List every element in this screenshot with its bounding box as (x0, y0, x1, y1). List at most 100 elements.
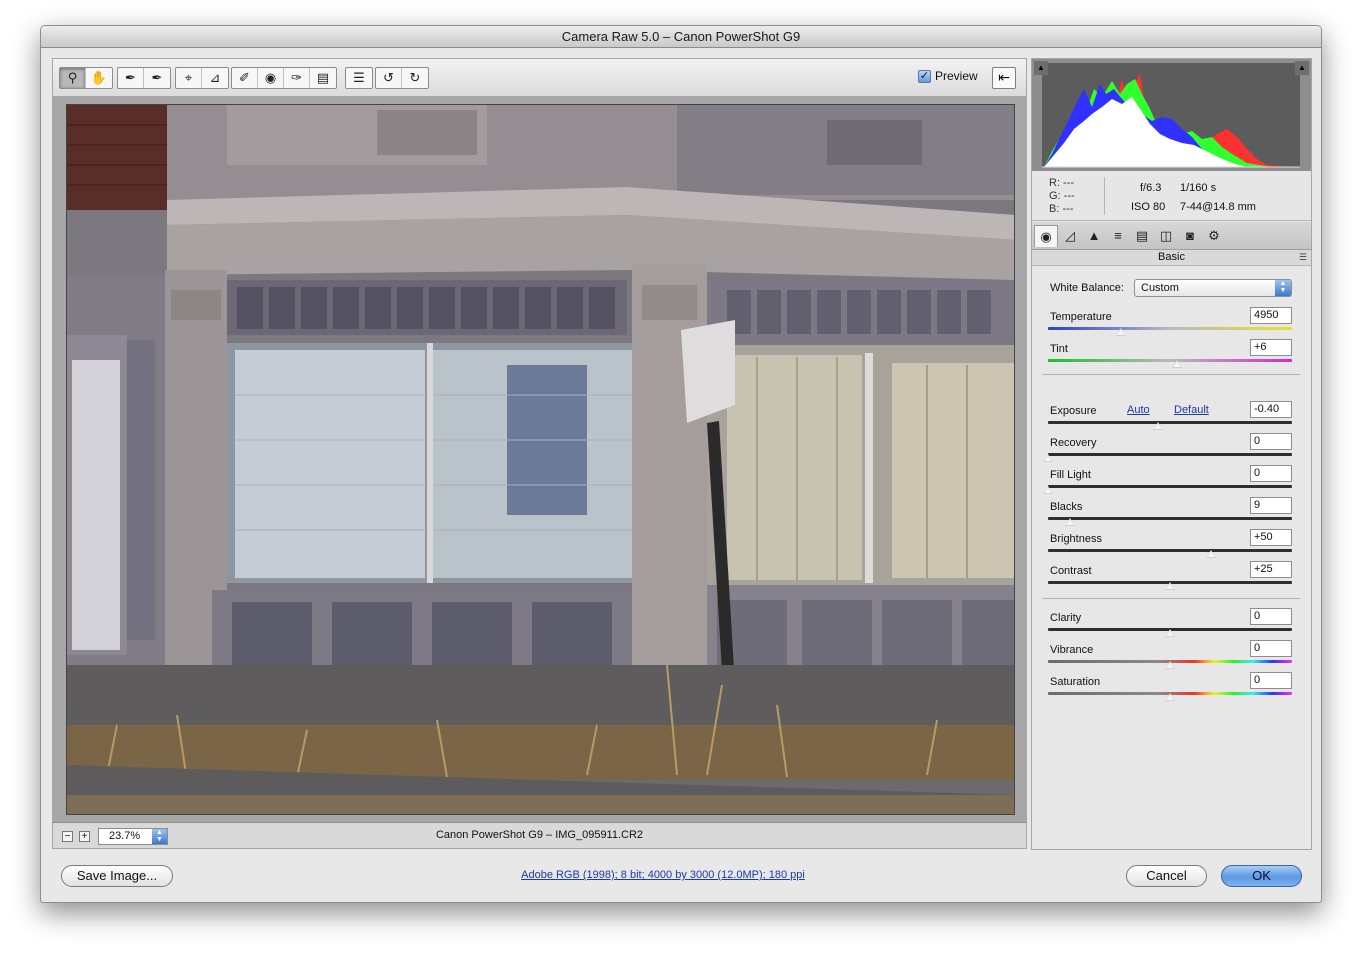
temperature-slider[interactable]: Temperature 4950 (1048, 307, 1292, 341)
white-balance-label: White Balance: (1050, 282, 1124, 294)
default-link[interactable]: Default (1174, 404, 1209, 416)
tone-curve-tab-icon[interactable]: ◿ (1058, 225, 1082, 247)
crop-icon[interactable]: ⌖ (176, 68, 202, 88)
adjustments-panel: ▲ ▲ R: --- G: --- B: --- f/6.3 1/160 s IS… (1031, 58, 1312, 850)
tint-track[interactable] (1048, 359, 1292, 362)
rotate-ccw-icon[interactable]: ↺ (376, 68, 402, 88)
preview-toggle[interactable]: ✓ Preview (918, 69, 978, 83)
exposure-label: Exposure (1050, 405, 1097, 417)
panel-menu-icon[interactable]: ☰ (1299, 250, 1307, 265)
brightness-track[interactable] (1048, 549, 1292, 552)
blacks-track[interactable] (1048, 517, 1292, 520)
photo-preview (66, 104, 1015, 815)
clarity-slider[interactable]: Clarity 0 (1048, 608, 1292, 642)
status-bar: − + 23.7% ▲ ▼ Canon PowerShot G9 – IMG_09… (52, 822, 1027, 849)
brightness-slider[interactable]: Brightness +50 (1048, 529, 1292, 563)
tint-slider[interactable]: Tint +6 (1048, 339, 1292, 373)
recovery-slider[interactable]: Recovery 0 (1043, 433, 1292, 467)
exposure-thumb[interactable] (1152, 422, 1163, 430)
white-balance-select[interactable]: Custom ▲ ▼ (1134, 279, 1292, 297)
spot-removal-icon[interactable]: ✐ (232, 68, 258, 88)
adjustment-brush-icon[interactable]: ✑ (284, 68, 310, 88)
contrast-slider[interactable]: Contrast +25 (1048, 561, 1292, 595)
fill-light-track[interactable] (1048, 485, 1292, 488)
temperature-thumb[interactable] (1116, 328, 1127, 336)
red-eye-icon[interactable]: ◉ (258, 68, 284, 88)
contrast-label: Contrast (1050, 565, 1092, 577)
preview-checkbox[interactable]: ✓ (918, 69, 931, 83)
workflow-options-link[interactable]: Adobe RGB (1998); 8 bit; 4000 by 3000 (1… (41, 869, 1285, 881)
tint-value-field[interactable]: +6 (1250, 339, 1292, 356)
brightness-value-field[interactable]: +50 (1250, 529, 1292, 546)
fill-light-slider[interactable]: Fill Light 0 (1043, 465, 1292, 499)
g-readout: G: --- (1049, 190, 1075, 202)
recovery-value-field[interactable]: 0 (1250, 433, 1292, 450)
saturation-value-field[interactable]: 0 (1250, 672, 1292, 689)
basic-tab-icon[interactable]: ◉ (1034, 225, 1058, 247)
image-preview-area[interactable] (52, 96, 1027, 822)
lens-corrections-tab-icon[interactable]: ◫ (1154, 225, 1178, 247)
hand-tool-icon[interactable]: ✋ (86, 68, 112, 88)
auto-link[interactable]: Auto (1127, 404, 1150, 416)
cancel-button[interactable]: Cancel (1126, 865, 1207, 887)
aperture-value: f/6.3 (1140, 182, 1162, 194)
clarity-thumb[interactable] (1165, 629, 1175, 637)
ok-button[interactable]: OK (1221, 865, 1302, 887)
zoom-tool-icon[interactable]: ⚲ (60, 68, 86, 88)
saturation-label: Saturation (1050, 676, 1101, 688)
rotate-tool-group: ↺ ↻ (375, 67, 429, 89)
highlight-clipping-icon[interactable]: ▲ (1295, 61, 1309, 75)
vibrance-value-field[interactable]: 0 (1250, 640, 1292, 657)
temperature-track[interactable] (1048, 327, 1292, 330)
shadow-clipping-icon[interactable]: ▲ (1034, 61, 1048, 75)
presets-tab-icon[interactable]: ⚙ (1202, 225, 1226, 247)
rgb-readout: R: --- G: --- B: --- (1049, 177, 1075, 216)
vibrance-thumb[interactable] (1165, 661, 1175, 669)
detail-tab-icon[interactable]: ▲ (1082, 225, 1106, 247)
vibrance-label: Vibrance (1050, 644, 1094, 656)
color-sampler-eyedropper-icon[interactable]: ✒ (144, 68, 170, 88)
split-toning-tab-icon[interactable]: ▤ (1130, 225, 1154, 247)
brightness-thumb[interactable] (1206, 550, 1217, 558)
exposure-track[interactable] (1048, 421, 1292, 424)
blacks-thumb[interactable] (1064, 518, 1075, 526)
saturation-slider[interactable]: Saturation 0 (1048, 672, 1292, 706)
temperature-value-field[interactable]: 4950 (1250, 307, 1292, 324)
rotate-cw-icon[interactable]: ↻ (402, 68, 428, 88)
blacks-value-field[interactable]: 9 (1250, 497, 1292, 514)
blacks-slider[interactable]: Blacks 9 (1048, 497, 1292, 531)
tint-thumb[interactable] (1172, 360, 1183, 368)
fill-light-thumb[interactable] (1043, 486, 1053, 494)
white-balance-eyedropper-icon[interactable]: ✒ (118, 68, 144, 88)
contrast-thumb[interactable] (1165, 582, 1175, 590)
navigation-tool-group: ⚲ ✋ (59, 67, 113, 89)
saturation-thumb[interactable] (1165, 693, 1175, 701)
window-title: Camera Raw 5.0 – Canon PowerShot G9 (41, 26, 1321, 48)
preferences-list-icon[interactable]: ☰ (346, 68, 372, 88)
exif-readout: f/6.3 1/160 s ISO 80 7-44@14.8 mm (1131, 179, 1256, 217)
recovery-thumb[interactable] (1043, 454, 1053, 462)
section-divider (1042, 374, 1300, 375)
recovery-track[interactable] (1048, 453, 1292, 456)
lens-value: 7-44@14.8 mm (1180, 201, 1256, 213)
fill-light-value-field[interactable]: 0 (1250, 465, 1292, 482)
graduated-filter-icon[interactable]: ▤ (310, 68, 336, 88)
panel-tabs: ◉ ◿ ▲ ≡ ▤ ◫ ◙ ⚙ (1032, 222, 1311, 250)
crop-tool-group: ⌖ ⊿ (175, 67, 229, 89)
shutter-value: 1/160 s (1180, 182, 1217, 194)
exposure-value-field[interactable]: -0.40 (1250, 401, 1292, 418)
exposure-slider[interactable]: Exposure -0.40 (1048, 401, 1292, 435)
fullscreen-toggle-icon[interactable]: ⇤ (992, 67, 1016, 89)
temperature-label: Temperature (1050, 311, 1112, 323)
clarity-value-field[interactable]: 0 (1250, 608, 1292, 625)
select-arrows-icon: ▲ ▼ (1275, 280, 1291, 296)
clarity-label: Clarity (1050, 612, 1082, 624)
straighten-icon[interactable]: ⊿ (202, 68, 228, 88)
vibrance-slider[interactable]: Vibrance 0 (1048, 640, 1292, 674)
preferences-tool-group: ☰ (345, 67, 373, 89)
fill-light-label: Fill Light (1050, 469, 1091, 481)
camera-calibration-tab-icon[interactable]: ◙ (1178, 225, 1202, 247)
contrast-value-field[interactable]: +25 (1250, 561, 1292, 578)
hsl-tab-icon[interactable]: ≡ (1106, 225, 1130, 247)
retouch-tool-group: ✐ ◉ ✑ ▤ (231, 67, 337, 89)
